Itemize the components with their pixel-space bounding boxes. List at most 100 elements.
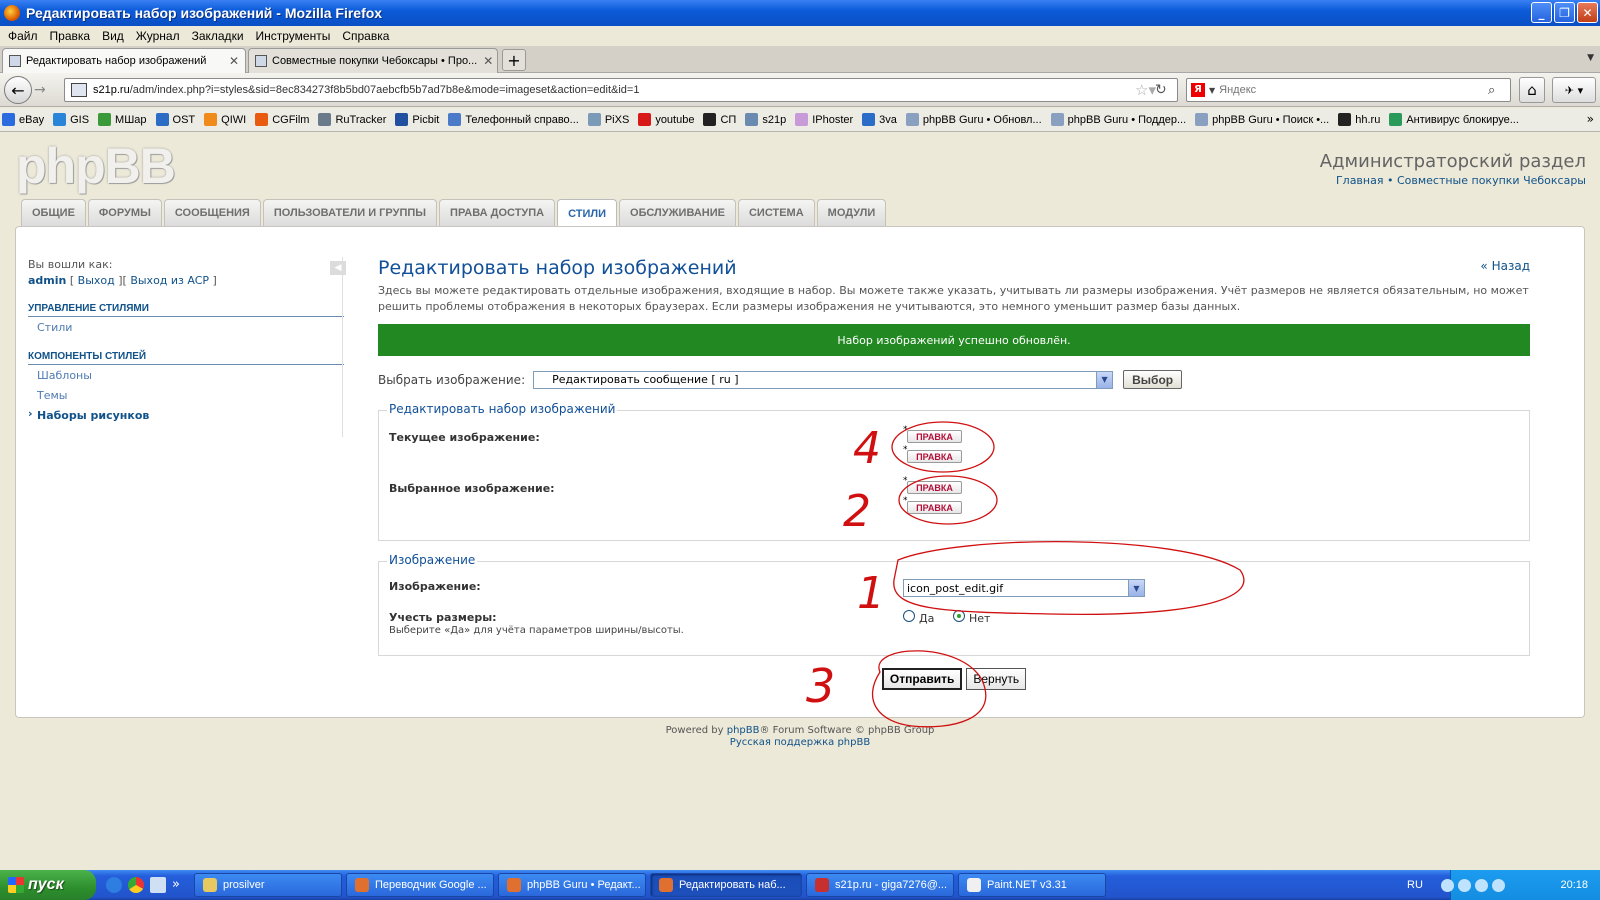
tab-list-chevron-icon[interactable]: ▼ xyxy=(1587,53,1594,63)
yandex-engine-icon[interactable]: Я xyxy=(1191,83,1205,97)
chevron-down-icon[interactable]: ▼ xyxy=(1128,580,1144,596)
language-indicator[interactable]: RU xyxy=(1407,879,1423,891)
tray-network-icon[interactable] xyxy=(1440,878,1454,892)
bookmarks-overflow-icon[interactable]: » xyxy=(1587,112,1594,126)
url-text[interactable]: s21p.ru/adm/index.php?i=styles&sid=8ec83… xyxy=(93,84,1135,96)
new-tab-button[interactable]: + xyxy=(502,49,526,71)
start-button[interactable]: пуск xyxy=(0,870,96,900)
menu-bookmarks[interactable]: Закладки xyxy=(186,29,250,43)
tray-antivirus-icon[interactable] xyxy=(1474,878,1488,892)
bookmark-item[interactable]: Антивирус блокируе... xyxy=(1389,113,1519,126)
search-icon[interactable]: ⌕ xyxy=(1488,83,1510,98)
logout-acp-link[interactable]: Выход из ACP xyxy=(130,274,209,287)
username-link[interactable]: admin xyxy=(28,274,66,287)
taskbar-task[interactable]: s21p.ru - giga7276@... xyxy=(805,873,954,897)
site-identity-icon[interactable] xyxy=(71,83,87,97)
back-button[interactable]: ← xyxy=(4,76,32,104)
sidebar-item[interactable]: Шаблоны xyxy=(28,365,344,385)
home-button[interactable]: ⌂ xyxy=(1519,77,1545,103)
menu-view[interactable]: Вид xyxy=(96,29,130,43)
chevron-down-icon[interactable]: ▼ xyxy=(1096,371,1113,388)
search-bar[interactable]: Я ▼ ⌕ xyxy=(1186,78,1511,102)
bookmark-item[interactable]: СП xyxy=(703,113,736,126)
select-button[interactable]: Выбор xyxy=(1123,370,1183,389)
bookmark-item[interactable]: RuTracker xyxy=(318,113,386,126)
bookmark-item[interactable]: Picbit xyxy=(395,113,439,126)
acp-tab-9[interactable]: МОДУЛИ xyxy=(816,199,887,226)
tab-close-icon[interactable]: ✕ xyxy=(223,54,239,68)
tab-close-icon[interactable]: ✕ xyxy=(477,54,493,68)
sidebar-item[interactable]: Темы xyxy=(28,385,344,405)
engine-dropdown-icon[interactable]: ▼ xyxy=(1209,86,1215,95)
acp-tab-7[interactable]: ОБСЛУЖИВАНИЕ xyxy=(619,199,736,226)
submit-button[interactable]: Отправить xyxy=(881,668,963,690)
bookmark-item[interactable]: IPhoster xyxy=(795,113,853,126)
logout-link[interactable]: Выход xyxy=(78,274,115,287)
browser-tab[interactable]: Совместные покупки Чебоксары • Про... ✕ xyxy=(248,48,498,73)
bookmark-star-icon[interactable]: ☆▾ xyxy=(1135,81,1156,99)
link-main[interactable]: Главная xyxy=(1336,174,1384,187)
chrome-icon[interactable] xyxy=(128,877,144,893)
radio-no-label[interactable]: Нет xyxy=(969,612,990,625)
acp-tab-3[interactable]: СООБЩЕНИЯ xyxy=(163,199,261,226)
acp-tab-1[interactable]: ОБЩИЕ xyxy=(21,199,86,226)
search-input[interactable] xyxy=(1219,84,1488,96)
support-link[interactable]: Русская поддержка phpBB xyxy=(0,737,1600,749)
acp-tab-8[interactable]: СИСТЕМА xyxy=(737,199,815,226)
bookmark-item[interactable]: OST xyxy=(155,113,195,126)
bookmark-item[interactable]: CGFilm xyxy=(255,113,309,126)
collapse-menu-icon[interactable]: ◀ xyxy=(330,261,346,275)
bookmark-item[interactable]: Телефонный справо... xyxy=(448,113,579,126)
bookmark-item[interactable]: s21p xyxy=(745,113,786,126)
show-desktop-icon[interactable] xyxy=(150,877,166,893)
acp-tab-5[interactable]: ПРАВА ДОСТУПА xyxy=(439,199,556,226)
phpbb-link[interactable]: phpBB xyxy=(727,725,760,736)
image-select[interactable]: Редактировать сообщение [ ru ] ▼ xyxy=(533,370,1114,389)
bookmark-item[interactable]: QIWI xyxy=(204,113,246,126)
bookmark-item[interactable]: МШар xyxy=(98,113,147,126)
bookmark-item[interactable]: GIS xyxy=(53,113,89,126)
forward-button[interactable]: → xyxy=(34,82,46,98)
taskbar-task[interactable]: Редактировать наб... xyxy=(649,873,802,897)
reset-button[interactable]: Вернуть xyxy=(966,668,1027,690)
quick-launch-more-icon[interactable]: » xyxy=(172,877,180,893)
menu-history[interactable]: Журнал xyxy=(130,29,186,43)
menu-tools[interactable]: Инструменты xyxy=(250,29,337,43)
url-bar[interactable]: s21p.ru/adm/index.php?i=styles&sid=8ec83… xyxy=(64,78,1178,102)
acp-tab-6[interactable]: СТИЛИ xyxy=(557,199,618,227)
bookmark-item[interactable]: youtube xyxy=(638,113,694,126)
bookmark-item[interactable]: phpBB Guru • Поиск •... xyxy=(1195,113,1329,126)
radio-no[interactable] xyxy=(953,610,965,622)
radio-yes-label[interactable]: Да xyxy=(919,612,934,625)
taskbar-task[interactable]: Paint.NET v3.31 xyxy=(957,873,1106,897)
acp-tab-4[interactable]: ПОЛЬЗОВАТЕЛИ И ГРУППЫ xyxy=(262,199,438,226)
taskbar-task[interactable]: phpBB Guru • Редакт... xyxy=(497,873,646,897)
back-link[interactable]: « Назад xyxy=(1480,259,1530,273)
taskbar-task[interactable]: prosilver xyxy=(193,873,342,897)
bookmark-item[interactable]: PiXS xyxy=(587,113,629,126)
ie-icon[interactable] xyxy=(106,877,122,893)
browser-tab-active[interactable]: Редактировать набор изображений ✕ xyxy=(2,48,246,73)
link-site[interactable]: Совместные покупки Чебоксары xyxy=(1397,174,1586,187)
sidebar-item[interactable]: Наборы рисунков xyxy=(28,405,344,425)
close-window-button[interactable]: ✕ xyxy=(1577,2,1598,23)
tray-update-icon[interactable] xyxy=(1491,878,1505,892)
radio-yes[interactable] xyxy=(903,610,915,622)
minimize-button[interactable]: _ xyxy=(1531,2,1552,23)
menu-help[interactable]: Справка xyxy=(336,29,395,43)
bookmark-item[interactable]: hh.ru xyxy=(1338,113,1380,126)
menu-edit[interactable]: Правка xyxy=(44,29,97,43)
bookmark-item[interactable]: eBay xyxy=(2,113,44,126)
addon-menu-button[interactable]: ✈ ▾ xyxy=(1552,77,1596,103)
bookmark-item[interactable]: phpBB Guru • Обновл... xyxy=(905,113,1042,126)
taskbar-task[interactable]: Переводчик Google ... xyxy=(345,873,494,897)
sidebar-item[interactable]: Стили xyxy=(28,317,344,337)
acp-tab-2[interactable]: ФОРУМЫ xyxy=(87,199,162,226)
bookmark-item[interactable]: 3va xyxy=(862,113,897,126)
phpbb-logo[interactable]: phpBB xyxy=(16,137,176,195)
image-file-select[interactable]: icon_post_edit.gif ▼ xyxy=(903,579,1145,597)
maximize-button[interactable]: ❐ xyxy=(1554,2,1575,23)
reload-icon[interactable]: ↻ xyxy=(1155,82,1177,98)
bookmark-item[interactable]: phpBB Guru • Поддер... xyxy=(1050,113,1186,126)
menu-file[interactable]: Файл xyxy=(2,29,44,43)
